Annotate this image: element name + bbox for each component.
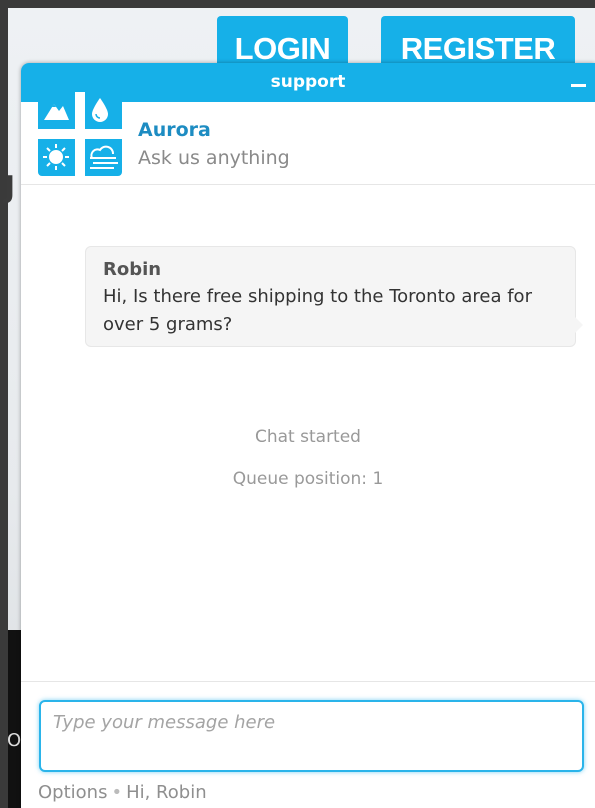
message-input[interactable] xyxy=(39,700,584,772)
footer-greeting: Hi, Robin xyxy=(126,782,207,803)
bubble-tail xyxy=(575,317,583,333)
message-text: Hi, Is there free shipping to the Toront… xyxy=(103,286,532,335)
message-bubble: Robin Hi, Is there free shipping to the … xyxy=(85,246,583,347)
background-partial-letter-bottom: O xyxy=(7,730,22,751)
chat-started-status: Chat started xyxy=(255,427,361,447)
chat-messages[interactable]: Robin Hi, Is there free shipping to the … xyxy=(21,185,595,681)
chat-widget: support Aurora Ask us anything Robin Hi,… xyxy=(21,63,595,808)
agent-name: Aurora xyxy=(138,119,211,141)
footer-separator: • xyxy=(111,782,123,803)
agent-tagline: Ask us anything xyxy=(138,147,290,169)
background-partial-letter: J xyxy=(4,170,16,205)
agent-logo xyxy=(38,92,122,176)
minimize-icon[interactable] xyxy=(571,74,587,92)
options-link[interactable]: Options xyxy=(38,782,107,803)
message-author: Robin xyxy=(103,259,162,280)
queue-position-status: Queue position: 1 xyxy=(232,469,384,489)
background-dark-strip xyxy=(8,630,22,808)
chat-title: support xyxy=(270,72,346,92)
chat-footer: Options•Hi, Robin xyxy=(21,681,595,808)
chat-header: Aurora Ask us anything xyxy=(21,92,595,185)
footer-bar: Options • Hi, Robin xyxy=(38,782,207,803)
